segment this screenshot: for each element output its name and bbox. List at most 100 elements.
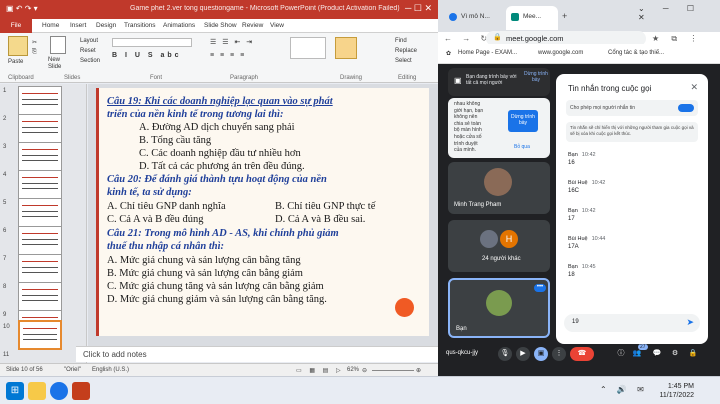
slide-counter: Slide 10 of 56	[6, 367, 43, 373]
slide-line: C. Mức giá chung tăng và sản lượng cân b…	[107, 281, 324, 292]
chat-input[interactable]: 19 ➤	[564, 314, 700, 332]
select-button[interactable]: Select	[395, 58, 412, 64]
tab-design[interactable]: Design	[96, 22, 116, 29]
bookmark-item[interactable]: Home Page - EXAM...	[458, 50, 517, 56]
present-icon[interactable]: ▣	[534, 347, 548, 361]
self-tile[interactable]: ••• Bạn	[448, 278, 550, 338]
cut-icon[interactable]: ✂	[32, 39, 37, 46]
clock[interactable]: 1:45 PM 11/17/2022	[656, 382, 694, 400]
new-slide-button[interactable]: New Slide	[48, 57, 70, 71]
tab-review[interactable]: Review	[242, 22, 263, 29]
orange-circle-shape[interactable]	[395, 298, 414, 317]
slide-line: A. Đường AD dịch chuyển sang phải	[139, 122, 295, 133]
slide-line: D. Mức giá chung giảm và sản lượng cân b…	[107, 294, 327, 305]
new-slide-icon[interactable]	[50, 36, 66, 54]
start-icon[interactable]: ⊞	[6, 382, 24, 400]
window-controls[interactable]: ⌄ ─ ☐ ✕	[638, 4, 720, 22]
paste-icon[interactable]	[8, 36, 28, 56]
chrome-icon[interactable]	[50, 382, 68, 400]
notes-pane[interactable]: Click to add notes	[76, 346, 438, 362]
status-bar: Slide 10 of 56 "Oriel" English (U.S.) ▭ …	[0, 363, 438, 376]
view-buttons[interactable]: ▭ ▦ ▤ ▷	[296, 367, 344, 374]
message-text: 16	[568, 160, 575, 166]
message-text: 17A	[568, 244, 579, 250]
bookmark-item[interactable]: Cổng tác & tạo thiế...	[608, 50, 664, 56]
powerpoint-window: ▣ ↶ ↷ ▾ Game phet 2.ver tong questiongam…	[0, 0, 438, 376]
toggle-label: Cho phép mọi người nhắn tin	[570, 105, 635, 111]
stop-presenting-button[interactable]: Dừng trình bày	[524, 71, 548, 83]
paragraph-buttons[interactable]: ☰ ☰ ⇤ ⇥	[210, 38, 254, 46]
tab-file[interactable]: File	[0, 19, 32, 33]
tab-transitions[interactable]: Transitions	[124, 22, 156, 29]
camera-icon[interactable]: ▶	[516, 347, 530, 361]
nav-buttons[interactable]: ← → ↻	[444, 34, 491, 43]
replace-button[interactable]: Replace	[395, 48, 417, 54]
browser-tab-active[interactable]: Mee...	[506, 6, 558, 30]
reset-button[interactable]: Reset	[80, 48, 96, 54]
thumb-number: 5	[3, 200, 7, 206]
shared-screen-tile: nhau không giới hạn, bạn không nên chia sẻ …	[448, 98, 550, 158]
layout-button[interactable]: Layout	[80, 38, 98, 44]
powerpoint-icon[interactable]	[72, 382, 90, 400]
paste-button[interactable]: Paste	[8, 59, 23, 65]
tab-slide-show[interactable]: Slide Show	[204, 22, 237, 29]
section-button[interactable]: Section	[80, 58, 100, 64]
copy-icon[interactable]: ⎘	[32, 49, 37, 56]
more-options-icon[interactable]: •••	[534, 284, 546, 292]
find-button[interactable]: Find	[395, 38, 407, 44]
activities-icon[interactable]: ⚙	[668, 347, 682, 361]
thumb-number: 8	[3, 284, 7, 290]
mic-icon[interactable]: 🎙	[498, 347, 512, 361]
tab-insert[interactable]: Insert	[70, 22, 86, 29]
chat-panel: Tin nhắn trong cuộc gọi ✕ Cho phép mọi n…	[556, 74, 708, 344]
tab-view[interactable]: View	[270, 22, 284, 29]
slide-line: B. Tổng cầu tăng	[139, 135, 212, 146]
chat-input-value: 19	[572, 319, 579, 325]
shapes-gallery[interactable]	[290, 37, 326, 59]
font-name-box[interactable]	[112, 38, 192, 47]
slide-thumbnails-pane[interactable]: 1 2 3 4 5 6 7 8 9 10 11	[0, 84, 87, 364]
bookmark-apps-icon[interactable]: ✿	[446, 50, 451, 57]
zoom-slider[interactable]	[372, 370, 414, 371]
zoom-level: 62%	[347, 367, 360, 373]
thumb-number: 1	[3, 88, 7, 94]
tab-favicon-icon	[449, 13, 457, 21]
meeting-code: qus-qkcu-jjy	[446, 350, 479, 356]
more-icon[interactable]: ⋮	[552, 347, 566, 361]
participant-name: Bạn	[456, 326, 467, 332]
slide-canvas[interactable]: Câu 19: Khi các doanh nghiệp lạc quan và…	[96, 88, 429, 336]
send-icon[interactable]: ➤	[686, 317, 694, 328]
tray-icons[interactable]: ⌃ 🔊 ✉	[600, 385, 648, 394]
present-screen-icon: ▣	[454, 76, 462, 85]
tab-animations[interactable]: Animations	[163, 22, 195, 29]
allow-messaging-toggle[interactable]	[678, 104, 694, 112]
close-icon[interactable]: ✕	[690, 82, 698, 93]
share-stop-button[interactable]: Dừng trình bày	[508, 110, 538, 132]
chat-icon[interactable]: 💬	[650, 347, 664, 361]
tab-home[interactable]: Home	[42, 22, 59, 29]
quick-access-icons[interactable]: ▣ ↶ ↷ ▾	[6, 4, 38, 13]
participant-tile-others[interactable]: H 24 người khác	[448, 220, 550, 272]
arrange-icon[interactable]	[335, 37, 357, 59]
group-drawing: Drawing	[340, 75, 363, 81]
align-buttons[interactable]: ≡ ≡ ≡ ≡	[210, 52, 246, 59]
new-tab-icon[interactable]: +	[562, 11, 567, 21]
zoom-minus-icon[interactable]: ⊖	[362, 367, 367, 374]
zoom-plus-icon[interactable]: ⊕	[416, 367, 421, 374]
language: English (U.S.)	[92, 367, 130, 373]
chat-notice: Tin nhắn sẽ chỉ hiển thị với những người…	[566, 122, 698, 142]
share-dismiss-button[interactable]: Bỏ qua	[514, 144, 530, 150]
group-editing: Editing	[398, 75, 417, 81]
message-sender: Bạn 10:42	[568, 208, 596, 214]
info-icon[interactable]: ⓘ	[614, 347, 628, 361]
window-controls[interactable]: ─ ☐ ✕	[405, 3, 432, 14]
bookmark-item[interactable]: www.google.com	[538, 50, 583, 56]
browser-tab[interactable]: Vì mô N...	[444, 6, 504, 30]
font-format-buttons[interactable]: B I U S abc	[112, 52, 182, 59]
slide-thumbnail-selected[interactable]	[18, 320, 62, 350]
participant-tile[interactable]: Minh Trang Pham	[448, 162, 550, 214]
host-controls-icon[interactable]: 🔒	[686, 347, 700, 361]
extension-icons[interactable]: ★ ⧉ ⋮	[652, 34, 702, 44]
leave-call-button[interactable]: ☎	[570, 347, 594, 361]
file-explorer-icon[interactable]	[28, 382, 46, 400]
